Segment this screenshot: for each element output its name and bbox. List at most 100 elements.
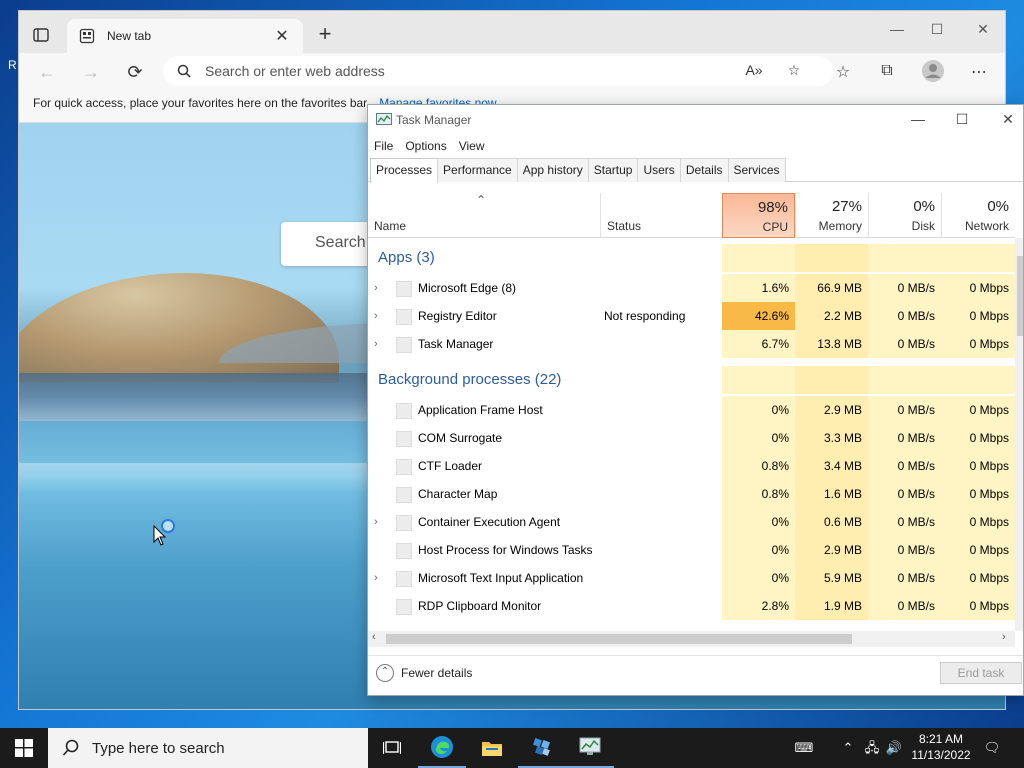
process-cpu: 0% <box>722 564 795 592</box>
end-task-button[interactable]: End task <box>940 662 1022 684</box>
tab-services[interactable]: Services <box>727 158 786 182</box>
process-icon <box>396 281 412 297</box>
process-status <box>600 592 722 620</box>
tab-startup[interactable]: Startup <box>587 158 639 182</box>
refresh-button[interactable]: ⟳ <box>121 59 149 85</box>
keyboard-icon[interactable]: ⌨ <box>792 738 816 758</box>
network-icon[interactable]: 🖧 <box>862 738 882 758</box>
taskbar-task-manager[interactable] <box>566 728 614 768</box>
process-cpu: 0% <box>722 396 795 424</box>
tm-minimize-button[interactable]: — <box>898 111 938 131</box>
process-row[interactable]: › Container Execution Agent 0% 0.6 MB 0 MB/s… <box>368 508 1015 536</box>
process-row[interactable]: Character Map 0.8% 1.6 MB 0 MB/s 0 Mbps <box>368 480 1015 508</box>
group-network-cell <box>941 366 1015 394</box>
header-status[interactable]: Status <box>600 193 722 238</box>
process-memory: 2.9 MB <box>795 536 868 564</box>
favorites-icon[interactable]: ☆ <box>831 62 855 84</box>
clock[interactable]: 8:21 AM 11/13/2022 <box>908 731 974 763</box>
profile-avatar[interactable] <box>921 59 945 82</box>
taskbar-search-box[interactable]: Type here to search <box>48 728 368 768</box>
tm-close-button[interactable]: ✕ <box>988 111 1023 131</box>
tab-users[interactable]: Users <box>637 158 681 182</box>
background-hill <box>19 273 339 383</box>
header-cpu[interactable]: 98% CPU <box>722 193 795 238</box>
process-network: 0 Mbps <box>941 302 1015 330</box>
show-hidden-icons[interactable]: ⌃ <box>838 738 858 758</box>
process-row[interactable]: › Microsoft Text Input Application 0% 5.9 M… <box>368 564 1015 592</box>
header-disk[interactable]: 0% Disk <box>868 193 941 238</box>
expand-chevron-icon[interactable]: › <box>374 508 386 536</box>
process-network: 0 Mbps <box>941 592 1015 620</box>
process-icon <box>396 515 412 531</box>
process-status <box>600 330 722 358</box>
taskbar-registry-editor[interactable] <box>518 728 566 768</box>
tab-processes[interactable]: Processes <box>370 158 439 183</box>
process-cpu: 2.8% <box>722 592 795 620</box>
collections-icon[interactable]: ⧉ <box>875 62 899 84</box>
process-name-cell: COM Surrogate <box>368 424 600 452</box>
taskbar: Type here to search ⌨ ⌃ 🖧 🔊 8:21 AM 11/1… <box>0 728 1024 768</box>
fewer-details-icon[interactable]: ⌃ <box>376 664 394 682</box>
expand-chevron-icon[interactable]: › <box>374 564 386 592</box>
task-view-button[interactable] <box>368 728 416 768</box>
scroll-right-icon[interactable]: › <box>1002 631 1006 643</box>
process-row[interactable]: › Task Manager 6.7% 13.8 MB 0 MB/s 0 Mbps <box>368 330 1015 358</box>
address-input[interactable] <box>205 63 705 79</box>
vertical-scroll-thumb[interactable] <box>1017 256 1023 336</box>
address-bar[interactable]: A» ☆ <box>163 56 833 86</box>
tab-close-icon[interactable]: ✕ <box>273 26 291 46</box>
tab-actions-icon <box>33 28 49 42</box>
settings-more-icon[interactable]: ⋯ <box>967 62 991 84</box>
vertical-scrollbar[interactable] <box>1015 238 1023 631</box>
expand-chevron-icon[interactable]: › <box>374 302 386 330</box>
add-favorite-icon[interactable]: ☆ <box>783 62 805 82</box>
group-header-row[interactable]: Background processes (22) <box>368 366 1015 394</box>
process-row[interactable]: RDP Clipboard Monitor 2.8% 1.9 MB 0 MB/s 0 M… <box>368 592 1015 620</box>
horizontal-scrollbar[interactable]: ‹ › <box>368 631 1015 647</box>
notifications-icon[interactable]: 🗨 <box>982 738 1002 758</box>
process-row[interactable]: Application Frame Host 0% 2.9 MB 0 MB/s 0 Mb… <box>368 396 1015 424</box>
process-row[interactable]: › Microsoft Edge (8) 1.6% 66.9 MB 0 MB/s 0 Mb… <box>368 274 1015 302</box>
expand-chevron-icon[interactable]: › <box>374 330 386 358</box>
process-row[interactable]: CTF Loader 0.8% 3.4 MB 0 MB/s 0 Mbps <box>368 452 1015 480</box>
process-icon <box>396 459 412 475</box>
process-row[interactable]: COM Surrogate 0% 3.3 MB 0 MB/s 0 Mbps <box>368 424 1015 452</box>
tm-maximize-button[interactable]: ☐ <box>942 111 982 131</box>
tab-actions-button[interactable] <box>29 23 53 47</box>
back-button[interactable]: ← <box>33 59 61 85</box>
expand-chevron-icon[interactable]: › <box>374 274 386 302</box>
forward-button[interactable]: → <box>77 59 105 85</box>
tab-new-tab[interactable]: New tab ✕ <box>67 19 303 53</box>
header-memory-pct: 27% <box>831 198 862 215</box>
horizontal-scroll-thumb[interactable] <box>386 634 852 644</box>
process-memory: 3.4 MB <box>795 452 868 480</box>
tm-titlebar[interactable]: Task Manager — ☐ ✕ <box>368 105 1023 135</box>
tab-performance[interactable]: Performance <box>437 158 518 182</box>
header-name[interactable]: Name <box>368 193 600 238</box>
process-network: 0 Mbps <box>941 536 1015 564</box>
menu-view[interactable]: View <box>459 135 485 157</box>
minimize-button[interactable]: — <box>881 21 913 43</box>
menu-options[interactable]: Options <box>405 135 446 157</box>
taskbar-file-explorer[interactable] <box>468 728 516 768</box>
fewer-details-link[interactable]: Fewer details <box>401 666 472 680</box>
process-network: 0 Mbps <box>941 452 1015 480</box>
process-row[interactable]: Host Process for Windows Tasks 0% 2.9 MB 0 … <box>368 536 1015 564</box>
header-network[interactable]: 0% Network <box>941 193 1015 238</box>
favorites-bar-hint: For quick access, place your favorites h… <box>33 96 370 110</box>
close-button[interactable]: ✕ <box>967 21 999 43</box>
start-button[interactable] <box>0 728 48 768</box>
process-cpu: 6.7% <box>722 330 795 358</box>
tab-details[interactable]: Details <box>679 158 729 182</box>
scroll-left-icon[interactable]: ‹ <box>372 631 376 643</box>
menu-file[interactable]: File <box>374 135 393 157</box>
process-row[interactable]: › Registry Editor Not responding 42.6% 2.2 M… <box>368 302 1015 330</box>
taskbar-edge[interactable] <box>418 728 466 768</box>
header-memory[interactable]: 27% Memory <box>795 193 868 238</box>
volume-icon[interactable]: 🔊 <box>884 738 904 758</box>
maximize-button[interactable]: ☐ <box>921 21 953 43</box>
group-header-row[interactable]: Apps (3) <box>368 244 1015 272</box>
new-tab-button[interactable]: + <box>313 23 337 47</box>
tab-app-history[interactable]: App history <box>516 158 589 182</box>
read-aloud-icon[interactable]: A» <box>743 62 765 82</box>
